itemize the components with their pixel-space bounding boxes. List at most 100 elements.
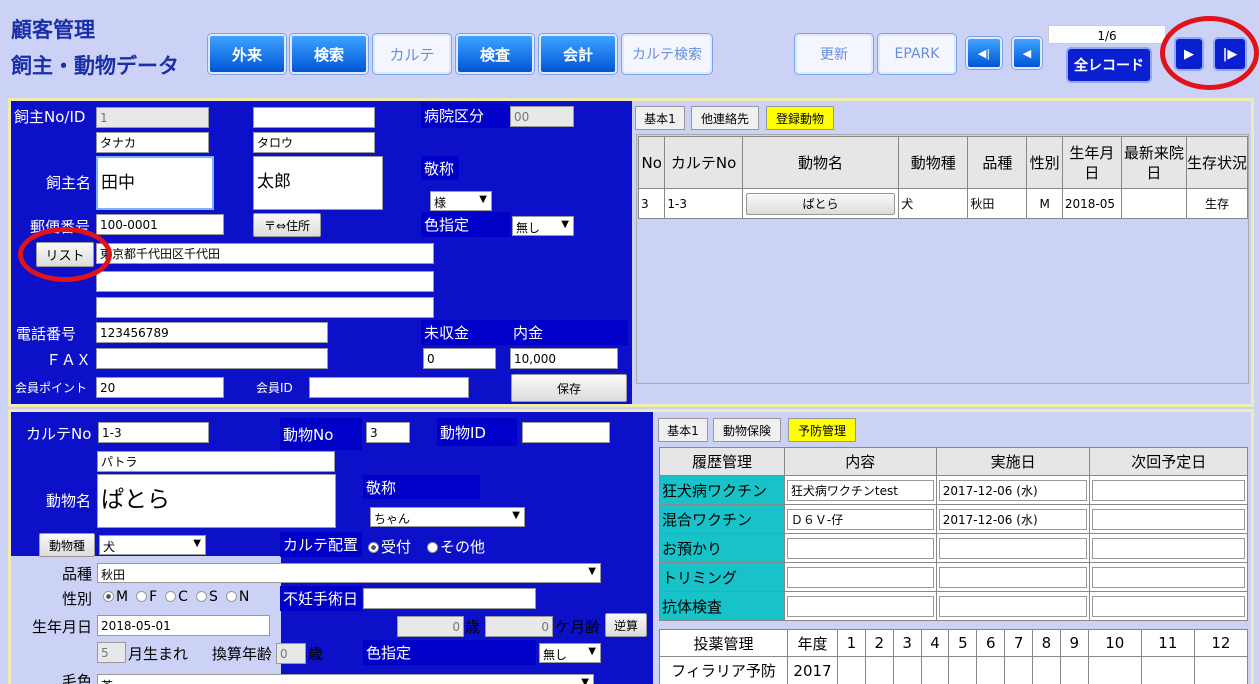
born-month-field[interactable]: 5 <box>97 642 126 663</box>
month-cell[interactable] <box>837 656 866 684</box>
deposit-field[interactable]: 10,000 <box>510 348 618 369</box>
animal-color-select[interactable]: 無し <box>539 643 601 663</box>
history-next-field[interactable] <box>1092 479 1245 501</box>
month-cell[interactable] <box>1032 656 1061 684</box>
month-cell[interactable] <box>892 656 922 684</box>
history-next-field[interactable] <box>1092 537 1245 559</box>
age-months-field[interactable]: 0 <box>485 616 553 637</box>
table-row[interactable]: 狂犬病ワクチン 狂犬病ワクチンtest 2017-12-06 (水) <box>659 475 1248 505</box>
history-date-field[interactable] <box>938 566 1088 588</box>
history-next-field[interactable] <box>1092 566 1245 588</box>
record-counter: 1/6 <box>1048 25 1166 44</box>
history-content-field[interactable]: Ｄ６Ｖ-仔 <box>786 508 934 530</box>
month-cell[interactable] <box>864 656 894 684</box>
unpaid-field[interactable]: 0 <box>423 348 496 369</box>
col-header: 1 <box>837 629 866 657</box>
update-button[interactable]: 更新 <box>795 34 873 74</box>
points-field[interactable]: 20 <box>96 377 224 398</box>
history-date-field[interactable]: 2017-12-06 (水) <box>938 479 1088 501</box>
first-record-icon[interactable]: ◀| <box>966 37 1002 69</box>
save-button[interactable]: 保存 <box>511 374 627 402</box>
surgery-label: 不妊手術日 <box>280 586 362 611</box>
animal-id-field[interactable] <box>522 422 610 443</box>
tab-prevention[interactable]: 予防管理 <box>788 418 856 442</box>
animal-kana-field[interactable]: パトラ <box>97 451 335 472</box>
karte-button[interactable]: カルテ <box>373 34 451 74</box>
month-cell[interactable] <box>976 656 1006 684</box>
address-line2[interactable] <box>96 271 434 292</box>
animal-no-field[interactable]: 3 <box>366 422 410 443</box>
table-row[interactable]: 3 1-3 ぱとら 犬 秋田 M 2018-05 生存 <box>637 188 1249 219</box>
history-content-field[interactable] <box>786 595 934 617</box>
karte-no-field[interactable]: 1-3 <box>98 422 209 443</box>
tab-animal-insurance[interactable]: 動物保険 <box>713 418 781 442</box>
karte-search-button[interactable]: カルテ検索 <box>622 34 712 74</box>
hospital-field[interactable]: 00 <box>510 106 574 127</box>
zip-address-button[interactable]: 〒⇔住所 <box>253 213 321 237</box>
animal-name-button[interactable]: ぱとら <box>745 192 896 215</box>
animal-honorific-select[interactable]: ちゃん <box>370 507 525 527</box>
tab-animal-basic1[interactable]: 基本1 <box>658 418 708 442</box>
billing-button[interactable]: 会計 <box>539 34 617 74</box>
age-years-unit: 歳 <box>465 618 481 636</box>
zip-field[interactable]: 100-0001 <box>96 214 224 235</box>
exam-button[interactable]: 検査 <box>456 34 534 74</box>
month-cell[interactable] <box>1087 656 1142 684</box>
species-button[interactable]: 動物種 <box>39 533 95 557</box>
owner-last-name-field[interactable]: 田中 <box>96 156 214 210</box>
owner-color-select[interactable]: 無し <box>512 216 574 236</box>
surgery-field[interactable] <box>363 588 536 609</box>
history-content-field[interactable]: 狂犬病ワクチンtest <box>786 479 934 501</box>
placement-radio-reception[interactable]: 受付 <box>368 536 411 557</box>
owner-kana-last[interactable]: タナカ <box>96 132 209 153</box>
month-cell[interactable] <box>948 656 978 684</box>
tab-registered-animals[interactable]: 登録動物 <box>766 106 834 130</box>
member-id-field[interactable] <box>309 377 469 398</box>
conv-age-field[interactable]: 0 <box>276 643 306 664</box>
birth-field[interactable]: 2018-05-01 <box>97 615 270 636</box>
owner-no-field[interactable]: 1 <box>96 107 209 128</box>
species-select[interactable]: 犬 <box>99 535 206 555</box>
month-cell[interactable] <box>1004 656 1034 684</box>
address-line3[interactable] <box>96 297 434 318</box>
history-date-field[interactable] <box>938 537 1088 559</box>
fax-field[interactable] <box>96 348 328 369</box>
age-years-field[interactable]: 0 <box>397 616 464 637</box>
table-row[interactable]: フィラリア予防 2017 <box>659 656 1249 684</box>
month-cell[interactable] <box>1193 656 1249 684</box>
prev-record-icon[interactable]: ◀ <box>1012 37 1042 69</box>
table-row[interactable]: お預かり <box>659 533 1248 563</box>
col-header: No <box>637 136 666 189</box>
owner-kana-first[interactable]: タロウ <box>253 132 375 153</box>
sex-radio-group[interactable]: MFCSN <box>103 589 249 605</box>
table-row[interactable]: 混合ワクチン Ｄ６Ｖ-仔 2017-12-06 (水) <box>659 504 1248 534</box>
table-row[interactable]: トリミング <box>659 562 1248 592</box>
tab-other-contact[interactable]: 他連絡先 <box>691 106 759 130</box>
calc-back-button[interactable]: 逆算 <box>605 613 647 637</box>
sex-label: 性別 <box>62 590 93 608</box>
history-content-field[interactable] <box>786 566 934 588</box>
coat-select[interactable]: 茶 <box>97 674 594 684</box>
owner-first-name-field[interactable]: 太郎 <box>253 156 383 210</box>
history-next-field[interactable] <box>1092 508 1245 530</box>
month-cell[interactable] <box>920 656 950 684</box>
all-records-button[interactable]: 全レコード <box>1066 47 1152 83</box>
outpatient-button[interactable]: 外来 <box>208 34 286 74</box>
phone-field[interactable]: 123456789 <box>96 322 328 343</box>
owner-id-field[interactable] <box>253 107 375 128</box>
breed-select[interactable]: 秋田 <box>97 563 601 583</box>
address-line1[interactable]: 東京都千代田区千代田 <box>96 243 434 264</box>
history-next-field[interactable] <box>1092 595 1245 617</box>
month-cell[interactable] <box>1059 656 1089 684</box>
table-row[interactable]: 抗体検査 <box>659 591 1248 621</box>
owner-honorific-select[interactable]: 様 <box>430 191 492 211</box>
animal-name-field[interactable]: ぱとら <box>97 474 336 528</box>
placement-radio-other[interactable]: その他 <box>427 536 485 557</box>
month-cell[interactable] <box>1140 656 1195 684</box>
history-content-field[interactable] <box>786 537 934 559</box>
tab-owner-basic1[interactable]: 基本1 <box>635 106 685 130</box>
epark-button[interactable]: EPARK <box>878 34 956 74</box>
search-button[interactable]: 検索 <box>290 34 368 74</box>
history-date-field[interactable] <box>938 595 1088 617</box>
history-date-field[interactable]: 2017-12-06 (水) <box>938 508 1088 530</box>
